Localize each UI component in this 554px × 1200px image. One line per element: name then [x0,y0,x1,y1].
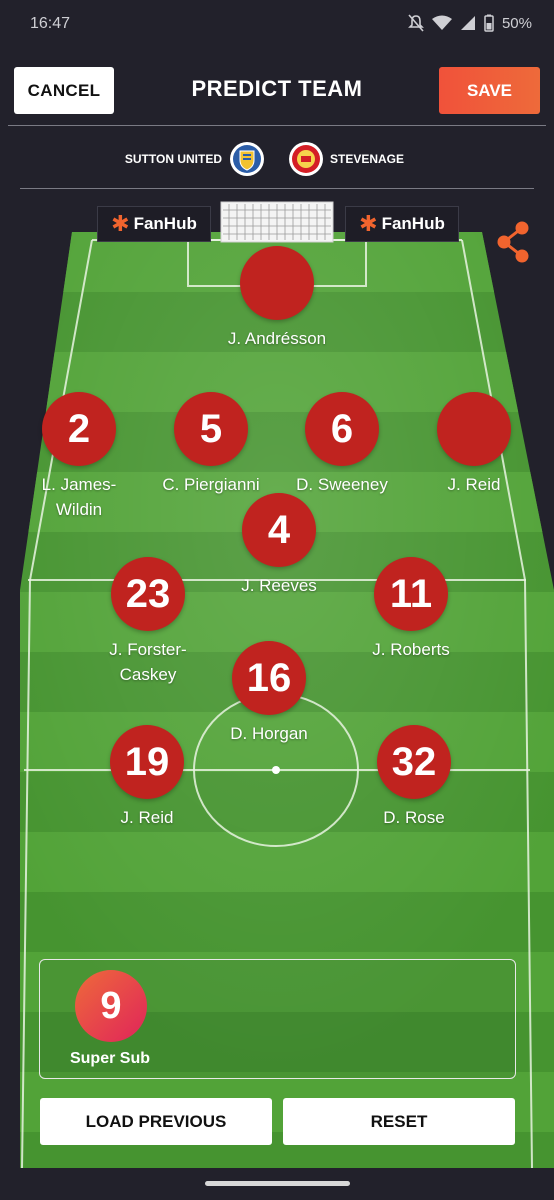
player-centre-back-2[interactable]: 6 D. Sweeney [267,392,417,497]
match-row: SUTTON UNITED STEVENAGE [0,136,554,182]
player-disc: 11 [374,557,448,631]
player-disc: 23 [111,557,185,631]
player-left-back[interactable]: J. Reid [399,392,549,497]
player-name: J. Forster-Caskey [109,640,187,684]
home-team-crest-icon [230,142,264,176]
home-team-name: SUTTON UNITED [124,152,222,166]
player-goalkeeper[interactable]: J. Andrésson [202,246,352,351]
player-disc: 2 [42,392,116,466]
player-striker-2[interactable]: 32 D. Rose [339,725,489,830]
player-left-midfielder[interactable]: 11 J. Roberts [336,557,486,662]
away-team-name: STEVENAGE [330,152,405,166]
player-centre-back-1[interactable]: 5 C. Piergianni [136,392,286,497]
header: CANCEL PREDICT TEAM SAVE [0,62,554,122]
player-disc: 6 [305,392,379,466]
header-divider [8,125,546,126]
player-name: J. Reeves [241,576,317,595]
save-button[interactable]: SAVE [439,67,540,114]
status-bar: 16:47 50% [0,0,554,50]
player-striker-1[interactable]: 19 J. Reid [72,725,222,830]
gesture-bar[interactable] [205,1181,350,1186]
player-disc: 4 [242,493,316,567]
player-name: L. James-Wildin [41,475,117,519]
status-time: 16:47 [30,15,71,32]
away-team-crest-icon [289,142,323,176]
player-disc [240,246,314,320]
match-divider [20,188,534,189]
fanhub-board-right-label: FanHub [381,214,445,233]
player-name: J. Reid [447,475,501,494]
super-sub-label: Super Sub [69,1050,150,1067]
player-disc: 16 [232,641,306,715]
player-name: J. Andrésson [227,329,327,348]
battery-percent: 50% [501,14,532,32]
player-name: J. Reid [120,808,174,827]
fanhub-logo-icon: ✱ [111,211,130,236]
status-icons: 50% [408,14,532,32]
super-sub-panel: 9 Super Sub [39,959,516,1079]
fanhub-board-left: ✱ FanHub [97,206,211,242]
wifi-icon [431,15,452,31]
signal-icon [460,15,476,31]
battery-icon [484,14,494,32]
player-disc: 32 [377,725,451,799]
super-sub-disc[interactable]: 9 [75,970,147,1042]
player-disc: 19 [110,725,184,799]
fanhub-board-right: ✱ FanHub [345,206,459,242]
player-disc [437,392,511,466]
mute-icon [408,14,424,32]
reset-button[interactable]: RESET [283,1098,515,1145]
load-previous-button[interactable]: LOAD PREVIOUS [40,1098,272,1145]
player-disc: 5 [174,392,248,466]
player-right-back[interactable]: 2 L. James-Wildin [4,392,154,522]
player-central-midfielder[interactable]: 4 J. Reeves [204,493,354,598]
fanhub-logo-icon: ✱ [359,211,378,236]
player-name: D. Rose [383,808,445,827]
player-name: J. Roberts [372,640,450,659]
fanhub-board-left-label: FanHub [133,214,197,233]
share-icon[interactable] [494,220,534,264]
